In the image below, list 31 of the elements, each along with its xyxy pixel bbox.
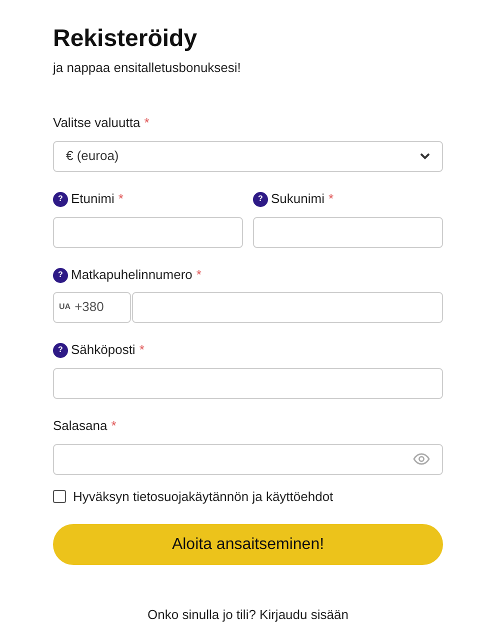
name-input[interactable] xyxy=(53,216,243,248)
terms-checkbox[interactable] xyxy=(53,490,66,503)
field-label: Sukunimi xyxy=(271,190,324,208)
currency-select[interactable]: € (euroa) xyxy=(53,140,443,172)
email-input[interactable] xyxy=(53,368,443,398)
help-icon[interactable]: ? xyxy=(53,268,68,282)
required-mark: * xyxy=(111,417,116,436)
submit-button[interactable]: Aloita ansaitseminen! xyxy=(53,524,443,565)
field-label: Matkapuhelinnumero xyxy=(71,266,192,284)
field-label: Etunimi xyxy=(71,190,114,208)
phone-input[interactable] xyxy=(132,292,443,322)
field-label: Valitse valuutta xyxy=(53,114,140,132)
name-input[interactable] xyxy=(253,216,443,248)
required-mark: * xyxy=(118,190,124,208)
login-prompt: Onko sinulla jo tili? Kirjaudu sisään xyxy=(148,606,348,624)
subtitle: ja nappaa ensitalletusbonuksesi! xyxy=(53,59,242,77)
help-icon[interactable]: ? xyxy=(53,342,68,358)
help-icon[interactable]: ? xyxy=(253,192,268,206)
eye-icon[interactable] xyxy=(413,453,430,465)
field-label: Sähköposti xyxy=(71,341,136,360)
required-mark: * xyxy=(144,114,150,132)
page-title: Rekisteröidy xyxy=(53,24,198,54)
country-code-select[interactable]: UA +380 xyxy=(53,292,131,322)
password-field[interactable] xyxy=(53,444,443,474)
terms-label: Hyväksyn tietosuojakäytännön ja käyttöehdot xyxy=(73,488,334,506)
chevron-down-icon xyxy=(420,152,430,160)
field-label: Salasana xyxy=(53,417,108,436)
required-mark: * xyxy=(328,190,334,208)
required-mark: * xyxy=(139,341,144,360)
help-icon[interactable]: ? xyxy=(53,192,68,206)
required-mark: * xyxy=(196,266,202,284)
